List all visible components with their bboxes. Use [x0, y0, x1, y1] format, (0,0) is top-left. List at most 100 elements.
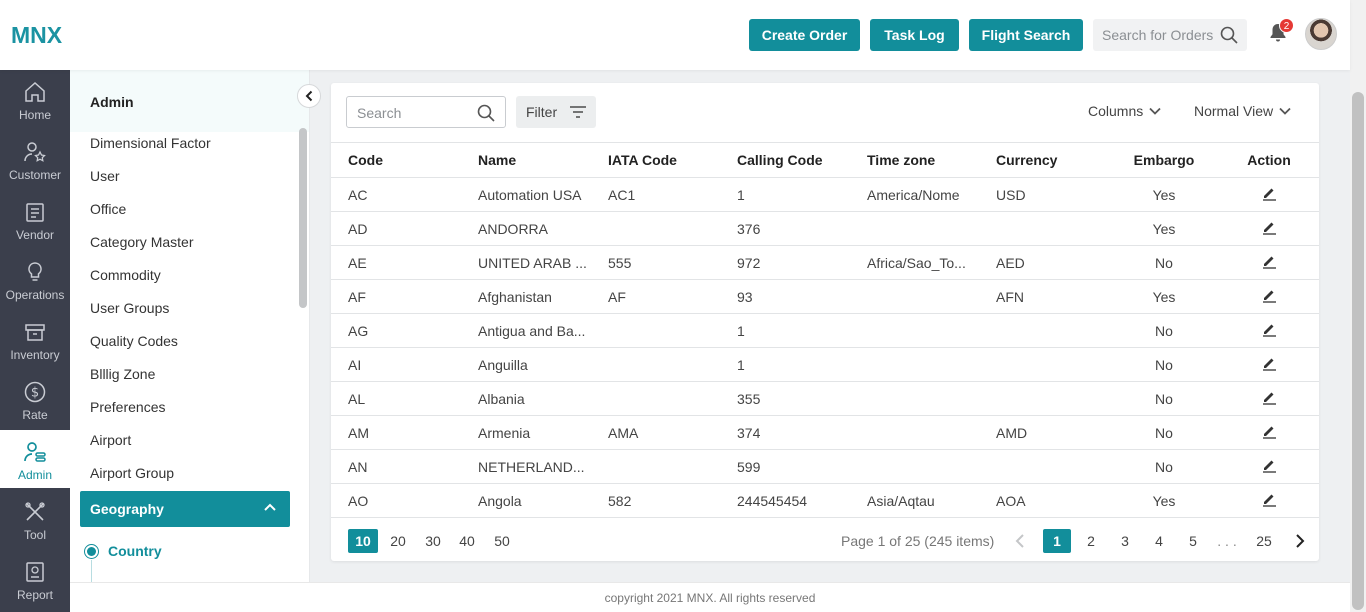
cell-time-zone [850, 347, 979, 382]
cell-iata-code: AF [591, 279, 720, 314]
edit-icon[interactable] [1261, 355, 1277, 371]
table-row[interactable]: AM Armenia AMA 374 AMD No [331, 415, 1319, 450]
edit-icon[interactable] [1261, 219, 1277, 235]
chevron-right-icon[interactable] [1295, 533, 1305, 549]
column-header-currency[interactable]: Currency [979, 142, 1109, 178]
table-row[interactable]: AC Automation USA AC1 1 America/Nome USD Yes [331, 177, 1319, 212]
edit-icon[interactable] [1261, 457, 1277, 473]
page-button-4[interactable]: 4 [1145, 529, 1173, 553]
table-row[interactable]: AI Anguilla 1 No [331, 347, 1319, 382]
side-item-category-master[interactable]: Category Master [90, 234, 193, 250]
order-search-placeholder: Search for Orders [1102, 27, 1214, 43]
table-row[interactable]: AD ANDORRA 376 Yes [331, 211, 1319, 246]
cell-time-zone [850, 449, 979, 484]
cell-iata-code [591, 347, 720, 382]
column-header-embargo[interactable]: Embargo [1109, 142, 1219, 178]
page-button-5[interactable]: 5 [1179, 529, 1207, 553]
cell-name: Albania [461, 381, 591, 416]
page-size-10[interactable]: 10 [348, 529, 378, 553]
table-row[interactable]: AE UNITED ARAB ... 555 972 Africa/Sao_To... A… [331, 245, 1319, 280]
side-item-quality-codes[interactable]: Quality Codes [90, 333, 178, 349]
active-dot-icon [84, 543, 99, 559]
cell-calling-code: 374 [720, 415, 850, 450]
rail-item-home[interactable]: Home [0, 70, 70, 128]
tree-line [91, 560, 92, 582]
edit-icon[interactable] [1261, 423, 1277, 439]
page-button-25[interactable]: 25 [1250, 529, 1278, 553]
page-size-20[interactable]: 20 [383, 529, 413, 553]
create-order-button[interactable]: Create Order [749, 19, 860, 51]
rail-item-rate[interactable]: $ Rate [0, 370, 70, 428]
edit-icon[interactable] [1261, 287, 1277, 303]
rail-item-admin[interactable]: Admin [0, 430, 70, 488]
page-button-3[interactable]: 3 [1111, 529, 1139, 553]
task-log-button[interactable]: Task Log [870, 19, 959, 51]
page-scrollbar[interactable] [1350, 0, 1366, 612]
page-button-2[interactable]: 2 [1077, 529, 1105, 553]
cell-code: AN [331, 449, 461, 484]
side-item-preferences[interactable]: Preferences [90, 399, 165, 415]
cell-time-zone: Asia/Aqtau [850, 483, 979, 518]
columns-dropdown[interactable]: Columns [1088, 103, 1161, 119]
rail-item-report[interactable]: Report [0, 550, 70, 608]
column-header-code[interactable]: Code [331, 142, 461, 178]
page-button-1[interactable]: 1 [1043, 529, 1071, 553]
table-row[interactable]: AO Angola 582 244545454 Asia/Aqtau AOA Yes [331, 483, 1319, 518]
cell-embargo: No [1109, 245, 1219, 280]
table-row[interactable]: AN NETHERLAND... 599 No [331, 449, 1319, 484]
side-item-dimensional-factor[interactable]: Dimensional Factor [90, 135, 211, 151]
flight-search-button[interactable]: Flight Search [969, 19, 1083, 51]
side-item-airport[interactable]: Airport [90, 432, 131, 448]
grid-search-input[interactable]: Search [346, 96, 506, 128]
cell-action [1219, 177, 1319, 212]
edit-icon[interactable] [1261, 253, 1277, 269]
view-dropdown[interactable]: Normal View [1194, 103, 1291, 119]
rail-label: Report [16, 588, 54, 602]
cell-name: NETHERLAND... [461, 449, 591, 484]
page-scrollbar-thumb[interactable] [1352, 92, 1364, 610]
side-item-user[interactable]: User [90, 168, 120, 184]
rail-item-inventory[interactable]: Inventory [0, 310, 70, 368]
edit-icon[interactable] [1261, 491, 1277, 507]
cell-currency [979, 449, 1109, 484]
edit-icon[interactable] [1261, 389, 1277, 405]
admin-icon [24, 442, 46, 462]
side-item-office[interactable]: Office [90, 201, 126, 217]
table-row[interactable]: AF Afghanistan AF 93 AFN Yes [331, 279, 1319, 314]
app-logo[interactable]: MNX [11, 22, 62, 49]
side-item-country[interactable]: Country [84, 543, 162, 559]
side-item-user-groups[interactable]: User Groups [90, 300, 169, 316]
page-size-50[interactable]: 50 [487, 529, 517, 553]
rail-item-operations[interactable]: Operations [0, 250, 70, 308]
filter-button[interactable]: Filter [516, 96, 596, 128]
table-row[interactable]: AL Albania 355 No [331, 381, 1319, 416]
footer-copyright: copyright 2021 MNX. All rights reserved [70, 582, 1350, 612]
rail-item-vendor[interactable]: Vendor [0, 190, 70, 248]
column-header-iata-code[interactable]: IATA Code [591, 142, 720, 178]
collapse-sidebar-button[interactable] [297, 84, 321, 108]
rail-item-tool[interactable]: Tool [0, 490, 70, 548]
column-header-name[interactable]: Name [461, 142, 591, 178]
side-item-airport-group[interactable]: Airport Group [90, 465, 174, 481]
column-header-calling-code[interactable]: Calling Code [720, 142, 850, 178]
edit-icon[interactable] [1261, 321, 1277, 337]
nav-rail: Home Customer Vendor Operations Inventor… [0, 70, 70, 612]
side-item-commodity[interactable]: Commodity [90, 267, 161, 283]
cell-time-zone [850, 211, 979, 246]
cell-calling-code: 972 [720, 245, 850, 280]
order-search-input[interactable]: Search for Orders [1093, 19, 1247, 51]
side-menu-scrollbar[interactable] [299, 128, 307, 308]
cell-action [1219, 279, 1319, 314]
cell-embargo: Yes [1109, 279, 1219, 314]
edit-icon[interactable] [1261, 185, 1277, 201]
user-avatar[interactable] [1305, 18, 1337, 50]
column-header-time-zone[interactable]: Time zone [850, 142, 979, 178]
chevron-left-icon[interactable] [1015, 533, 1025, 549]
cell-name: ANDORRA [461, 211, 591, 246]
table-row[interactable]: AG Antigua and Ba... 1 No [331, 313, 1319, 348]
page-size-30[interactable]: 30 [418, 529, 448, 553]
side-item-billing-zone[interactable]: Blllig Zone [90, 366, 155, 382]
rail-item-customer[interactable]: Customer [0, 130, 70, 188]
page-size-40[interactable]: 40 [452, 529, 482, 553]
side-group-geography[interactable]: Geography [80, 491, 290, 527]
